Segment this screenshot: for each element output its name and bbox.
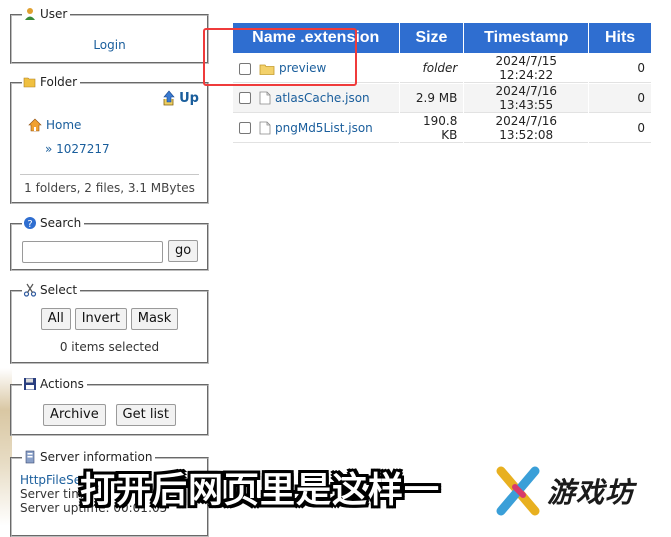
folder-panel-title: Folder	[40, 75, 78, 89]
column-header-hits[interactable]: Hits	[589, 23, 651, 53]
folder-summary: 1 folders, 2 files, 3.1 MBytes	[24, 181, 195, 195]
select-panel: Select All Invert Mask 0 items selected	[10, 283, 209, 364]
watermark-logo: 游戏坊	[495, 462, 671, 520]
file-name-link[interactable]: atlasCache.json	[275, 91, 370, 105]
invert-selection-button[interactable]: Invert	[74, 308, 127, 330]
file-hits: 0	[589, 114, 651, 143]
file-size: 190.8 KB	[399, 114, 464, 143]
folder-divider	[20, 174, 199, 175]
search-panel-title: Search	[40, 216, 82, 230]
file-timestamp: 2024/7/16 13:43:55	[464, 84, 589, 113]
actions-panel: Actions Archive Get list	[10, 377, 209, 436]
table-row[interactable]: pngMd5List.json 190.8 KB 2024/7/16 13:52…	[233, 114, 651, 143]
actions-panel-legend: Actions	[22, 377, 87, 391]
search-panel: ? Search go	[10, 216, 209, 271]
user-panel: User Login	[10, 7, 209, 64]
selection-status: 0 items selected	[59, 340, 160, 354]
file-icon	[259, 121, 271, 135]
table-row[interactable]: preview folder 2024/7/15 12:24:22 0	[233, 54, 651, 83]
server-icon	[25, 450, 35, 464]
video-caption: 打开后网页里是这样一	[80, 471, 441, 511]
go-button[interactable]: go	[168, 240, 199, 262]
up-link[interactable]: Up	[161, 90, 199, 106]
column-header-timestamp[interactable]: Timestamp	[464, 23, 589, 53]
file-timestamp: 2024/7/16 13:52:08	[464, 114, 589, 143]
file-name-link[interactable]: preview	[279, 61, 326, 75]
folder-panel: Folder Up Home » 1027217 1 folders, 2 fi…	[10, 75, 209, 204]
user-panel-title: User	[40, 7, 68, 21]
file-size: folder	[399, 54, 464, 83]
table-row[interactable]: atlasCache.json 2.9 MB 2024/7/16 13:43:5…	[233, 84, 651, 113]
user-panel-legend: User	[22, 7, 71, 21]
up-arrow-icon	[163, 90, 175, 106]
current-folder-link[interactable]: » 1027217	[45, 142, 110, 156]
row-checkbox[interactable]	[239, 92, 251, 105]
file-table: Name .extension Size Timestamp Hits prev…	[232, 22, 652, 144]
select-panel-title: Select	[40, 283, 78, 297]
mask-button[interactable]: Mask	[130, 308, 179, 330]
file-size: 2.9 MB	[399, 84, 464, 113]
select-panel-legend: Select	[22, 283, 81, 297]
home-link[interactable]: Home	[28, 118, 81, 132]
file-hits: 0	[589, 84, 651, 113]
up-label: Up	[179, 90, 199, 106]
folder-open-icon	[23, 77, 36, 88]
watermark-x-icon	[496, 466, 540, 516]
column-header-size[interactable]: Size	[399, 23, 464, 53]
row-checkbox[interactable]	[239, 122, 251, 135]
select-all-button[interactable]: All	[40, 308, 71, 330]
home-label: Home	[46, 118, 82, 132]
user-icon	[25, 8, 35, 20]
login-link[interactable]: Login	[93, 38, 125, 52]
search-panel-legend: ? Search	[22, 216, 85, 230]
get-list-button[interactable]: Get list	[115, 404, 176, 426]
home-icon	[28, 118, 42, 132]
folder-icon	[259, 64, 275, 75]
svg-text:?: ?	[27, 219, 32, 230]
table-header-row: Name .extension Size Timestamp Hits	[233, 23, 651, 53]
scissors-icon	[23, 283, 37, 297]
file-icon	[259, 91, 271, 105]
watermark-text: 游戏坊	[547, 476, 635, 509]
actions-panel-title: Actions	[40, 377, 84, 391]
column-header-name[interactable]: Name .extension	[233, 23, 399, 53]
file-hits: 0	[589, 54, 651, 83]
help-icon: ?	[24, 217, 36, 230]
file-timestamp: 2024/7/15 12:24:22	[464, 54, 589, 83]
search-input[interactable]	[22, 241, 163, 263]
row-checkbox[interactable]	[239, 62, 251, 75]
folder-panel-legend: Folder	[22, 75, 81, 89]
archive-button[interactable]: Archive	[43, 404, 106, 426]
file-name-link[interactable]: pngMd5List.json	[275, 121, 373, 135]
save-disk-icon	[24, 378, 36, 390]
